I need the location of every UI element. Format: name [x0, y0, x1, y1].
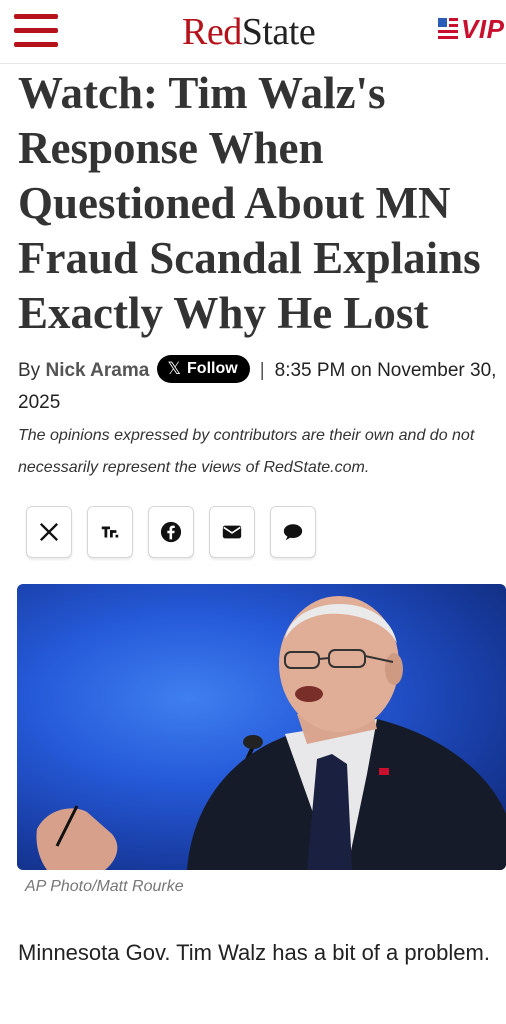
share-email-button[interactable]: [209, 506, 255, 558]
photo-caption: AP Photo/Matt Rourke: [25, 878, 184, 895]
share-bar: [26, 506, 331, 558]
logo-red-text: Red: [182, 11, 242, 53]
x-logo-icon: [39, 522, 59, 542]
follow-button[interactable]: 𝕏 Follow: [157, 354, 250, 383]
facebook-icon: [160, 521, 182, 543]
site-header: RedState VIP: [0, 0, 506, 64]
share-comment-button[interactable]: [270, 506, 316, 558]
vip-link[interactable]: VIP: [438, 14, 504, 44]
site-logo[interactable]: RedState: [182, 10, 316, 54]
menu-icon[interactable]: [14, 14, 58, 48]
logo-state-text: State: [241, 11, 316, 53]
email-icon: [222, 525, 242, 539]
article-first-paragraph: Minnesota Gov. Tim Walz has a bit of a p…: [18, 940, 490, 965]
photo-illustration: [36, 596, 506, 870]
article-headline: Watch: Tim Walz's Response When Question…: [18, 68, 481, 338]
follow-label: Follow: [187, 359, 238, 377]
comment-bubble-icon: [283, 524, 303, 541]
vip-label: VIP: [461, 13, 505, 44]
share-x-button[interactable]: [26, 506, 72, 558]
byline-prefix: By: [18, 360, 41, 381]
opinion-disclaimer: The opinions expressed by contributors a…: [18, 427, 475, 476]
article-photo: [17, 584, 506, 870]
byline: By Nick Arama 𝕏 Follow | 8:35 PM on November…: [18, 354, 506, 419]
author-link[interactable]: Nick Arama: [45, 360, 149, 381]
truth-social-icon: [101, 526, 119, 538]
share-facebook-button[interactable]: [148, 506, 194, 558]
flag-icon: [438, 18, 458, 40]
x-logo-icon: 𝕏: [167, 358, 182, 378]
share-truth-social-button[interactable]: [87, 506, 133, 558]
byline-separator: |: [259, 360, 265, 381]
